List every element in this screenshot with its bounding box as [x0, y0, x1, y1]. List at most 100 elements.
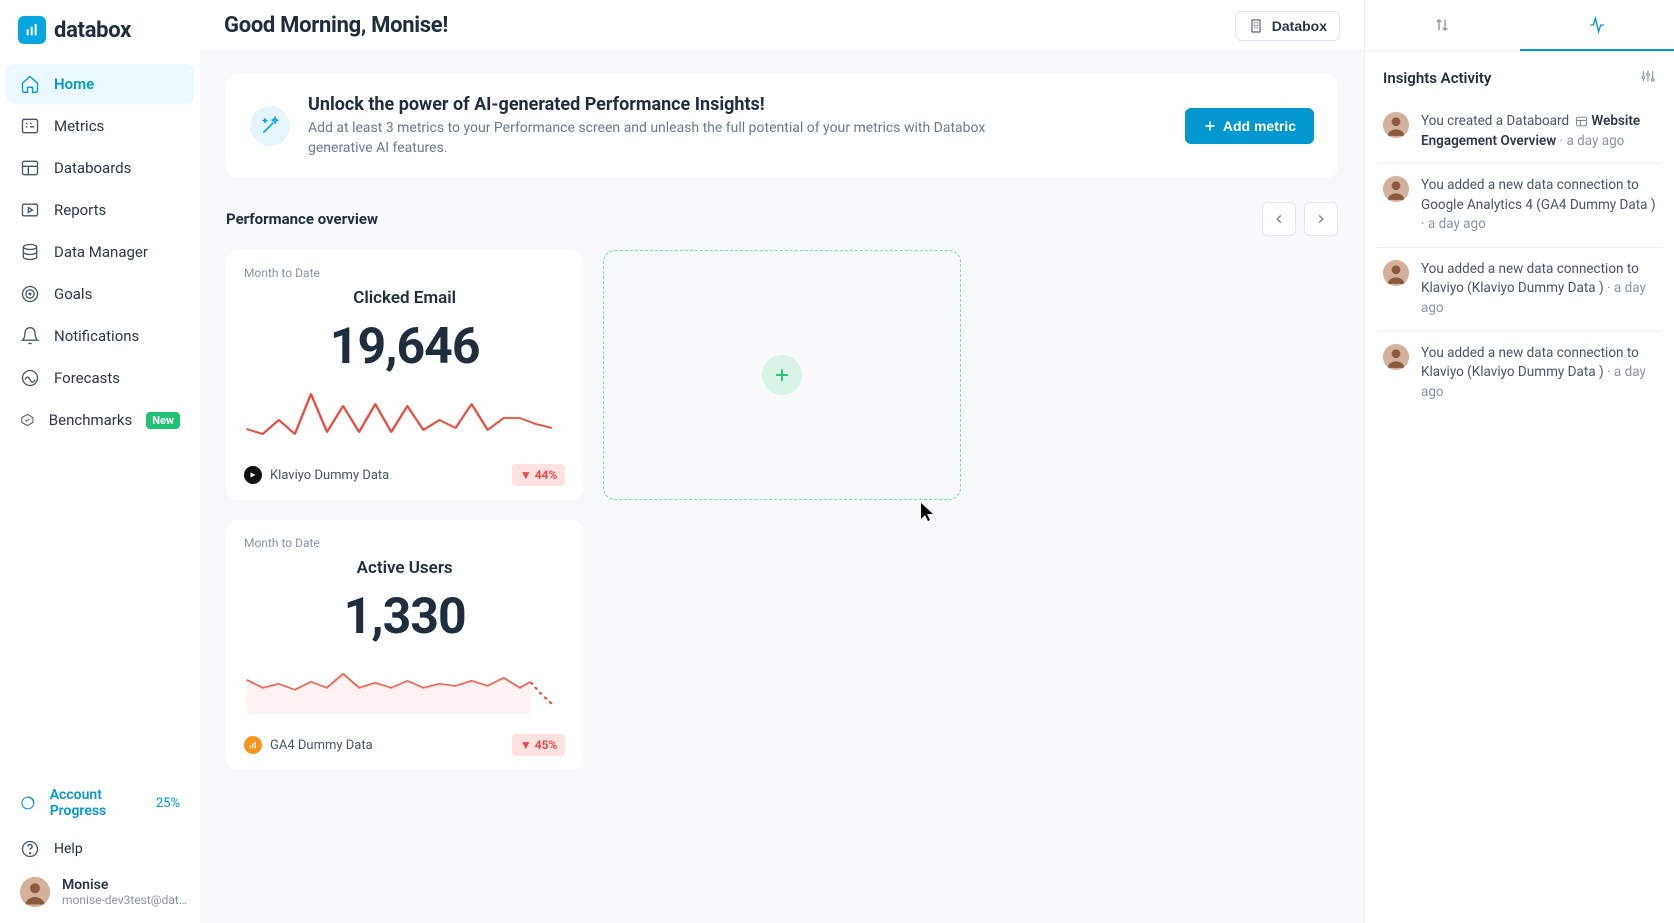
- card-period: Month to Date: [244, 266, 565, 280]
- user-name: Monise: [62, 877, 192, 893]
- insights-tab-activity[interactable]: [1520, 0, 1674, 51]
- sidebar: databox Home Metrics Databoards Reports …: [0, 0, 200, 923]
- activity-list: You created a Databoard Website Engageme…: [1365, 94, 1674, 420]
- account-name: Databox: [1272, 18, 1327, 34]
- sliders-icon: [1640, 68, 1656, 84]
- wand-icon: [250, 106, 290, 146]
- card-title: Active Users: [244, 558, 565, 578]
- databoards-icon: [20, 158, 40, 178]
- empty-slot: [981, 520, 1338, 770]
- brand-name: databox: [54, 18, 131, 43]
- home-icon: [20, 74, 40, 94]
- user-avatar: [20, 877, 50, 907]
- banner-title: Unlock the power of AI-generated Perform…: [308, 94, 1167, 115]
- sparkline: [244, 384, 565, 444]
- nav-label: Home: [54, 75, 94, 93]
- card-title: Clicked Email: [244, 288, 565, 308]
- activity-time: a day ago: [1428, 216, 1486, 232]
- insights-title: Insights Activity: [1383, 69, 1491, 87]
- card-value: 19,646: [244, 318, 565, 376]
- ai-insights-banner: Unlock the power of AI-generated Perform…: [226, 74, 1338, 178]
- main-nav: Home Metrics Databoards Reports Data Man…: [0, 64, 200, 440]
- chevron-left-icon: [1272, 212, 1286, 226]
- top-bar: Good Morning, Monise! Databox: [200, 0, 1364, 52]
- sidebar-item-notifications[interactable]: Notifications: [6, 316, 194, 356]
- activity-item[interactable]: You added a new data connection to Klavi…: [1377, 248, 1662, 332]
- nav-label: Metrics: [54, 117, 104, 135]
- card-value: 1,330: [244, 588, 565, 646]
- nav-label: Forecasts: [54, 369, 120, 387]
- reports-icon: [20, 200, 40, 220]
- ga4-icon: [244, 736, 262, 754]
- activity-item[interactable]: You created a Databoard Website Engageme…: [1377, 100, 1662, 164]
- plus-circle-icon: [762, 355, 802, 395]
- sidebar-item-reports[interactable]: Reports: [6, 190, 194, 230]
- sidebar-item-home[interactable]: Home: [6, 64, 194, 104]
- sort-icon: [1433, 16, 1451, 34]
- nav-label: Goals: [54, 285, 92, 303]
- sidebar-item-metrics[interactable]: Metrics: [6, 106, 194, 146]
- insights-settings-button[interactable]: [1640, 68, 1656, 88]
- user-avatar: [1383, 112, 1409, 138]
- new-badge: New: [146, 412, 180, 429]
- card-source: GA4 Dummy Data: [244, 736, 373, 754]
- sidebar-item-data-manager[interactable]: Data Manager: [6, 232, 194, 272]
- nav-label: Benchmarks: [49, 411, 132, 429]
- activity-text: You added a new data connection to Googl…: [1421, 177, 1656, 213]
- user-avatar: [1383, 176, 1409, 202]
- empty-slot: [981, 250, 1338, 500]
- chevron-right-icon: [1314, 212, 1328, 226]
- databox-logo-icon: [18, 16, 46, 44]
- sidebar-item-benchmarks[interactable]: Benchmarks New: [6, 400, 194, 440]
- activity-item[interactable]: You added a new data connection to Klavi…: [1377, 332, 1662, 415]
- card-source-label: GA4 Dummy Data: [270, 738, 373, 753]
- nav-label: Notifications: [54, 327, 139, 345]
- goals-icon: [20, 284, 40, 304]
- user-avatar: [1383, 260, 1409, 286]
- pager-prev-button[interactable]: [1262, 202, 1296, 236]
- add-metric-button[interactable]: Add metric: [1185, 108, 1314, 144]
- metric-card[interactable]: Month to Date Active Users 1,330: [226, 520, 583, 770]
- forecasts-icon: [20, 368, 40, 388]
- sidebar-item-databoards[interactable]: Databoards: [6, 148, 194, 188]
- building-icon: [1248, 18, 1264, 34]
- activity-text: You created a Databoard: [1421, 113, 1572, 129]
- account-progress-label: Account Progress: [50, 787, 138, 819]
- account-progress-pct: 25%: [156, 796, 180, 811]
- benchmarks-icon: [20, 410, 35, 430]
- account-switcher-button[interactable]: Databox: [1235, 11, 1340, 41]
- sidebar-item-forecasts[interactable]: Forecasts: [6, 358, 194, 398]
- pager-next-button[interactable]: [1304, 202, 1338, 236]
- activity-icon: [1588, 16, 1606, 34]
- help-label: Help: [54, 841, 83, 857]
- metrics-icon: [20, 116, 40, 136]
- nav-label: Reports: [54, 201, 106, 219]
- metric-card[interactable]: Month to Date Clicked Email 19,646: [226, 250, 583, 500]
- notifications-icon: [20, 326, 40, 346]
- nav-label: Data Manager: [54, 243, 148, 261]
- insights-panel: Insights Activity You created a Databoar…: [1364, 0, 1674, 923]
- brand-logo[interactable]: databox: [0, 10, 200, 64]
- help-link[interactable]: Help: [6, 829, 194, 869]
- insights-tab-sort[interactable]: [1365, 0, 1520, 51]
- account-progress-link[interactable]: Account Progress 25%: [6, 777, 194, 829]
- card-source-label: Klaviyo Dummy Data: [270, 468, 389, 483]
- card-delta: ▼ 44%: [512, 464, 566, 486]
- section-title: Performance overview: [226, 210, 378, 228]
- add-metric-label: Add metric: [1223, 118, 1296, 134]
- user-menu[interactable]: Monise monise-dev3test@datab…: [6, 869, 194, 915]
- user-avatar: [1383, 344, 1409, 370]
- klaviyo-icon: [244, 466, 262, 484]
- card-period: Month to Date: [244, 536, 565, 550]
- sparkline: [244, 654, 565, 714]
- data-manager-icon: [20, 242, 40, 262]
- sidebar-item-goals[interactable]: Goals: [6, 274, 194, 314]
- add-metric-card[interactable]: [603, 250, 960, 500]
- plus-icon: [1203, 119, 1217, 133]
- activity-time: a day ago: [1566, 133, 1624, 149]
- banner-subtitle: Add at least 3 metrics to your Performan…: [308, 119, 1028, 158]
- activity-item[interactable]: You added a new data connection to Googl…: [1377, 164, 1662, 248]
- user-email: monise-dev3test@datab…: [62, 893, 192, 907]
- nav-label: Databoards: [54, 159, 131, 177]
- databoard-mini-icon: [1575, 115, 1588, 128]
